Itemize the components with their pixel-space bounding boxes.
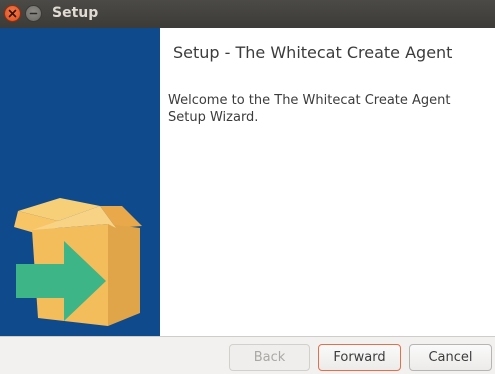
close-button[interactable] [4,5,21,22]
close-icon [8,9,17,18]
welcome-text: Welcome to the The Whitecat Create Agent… [168,93,451,125]
title-bar[interactable]: Setup [0,0,495,28]
back-button[interactable]: Back [229,344,310,371]
wizard-sidebar [0,28,160,336]
page-title: Setup - The Whitecat Create Agent [173,43,453,62]
minimize-button[interactable] [25,5,42,22]
setup-window: Setup Setup - The Whitecat Create Agent … [0,0,495,374]
button-bar: Back Forward Cancel [0,336,495,374]
cancel-button[interactable]: Cancel [409,344,492,371]
window-title: Setup [52,5,99,21]
minimize-icon [29,12,38,15]
box-arrow-icon [14,198,142,326]
forward-button[interactable]: Forward [318,344,401,371]
